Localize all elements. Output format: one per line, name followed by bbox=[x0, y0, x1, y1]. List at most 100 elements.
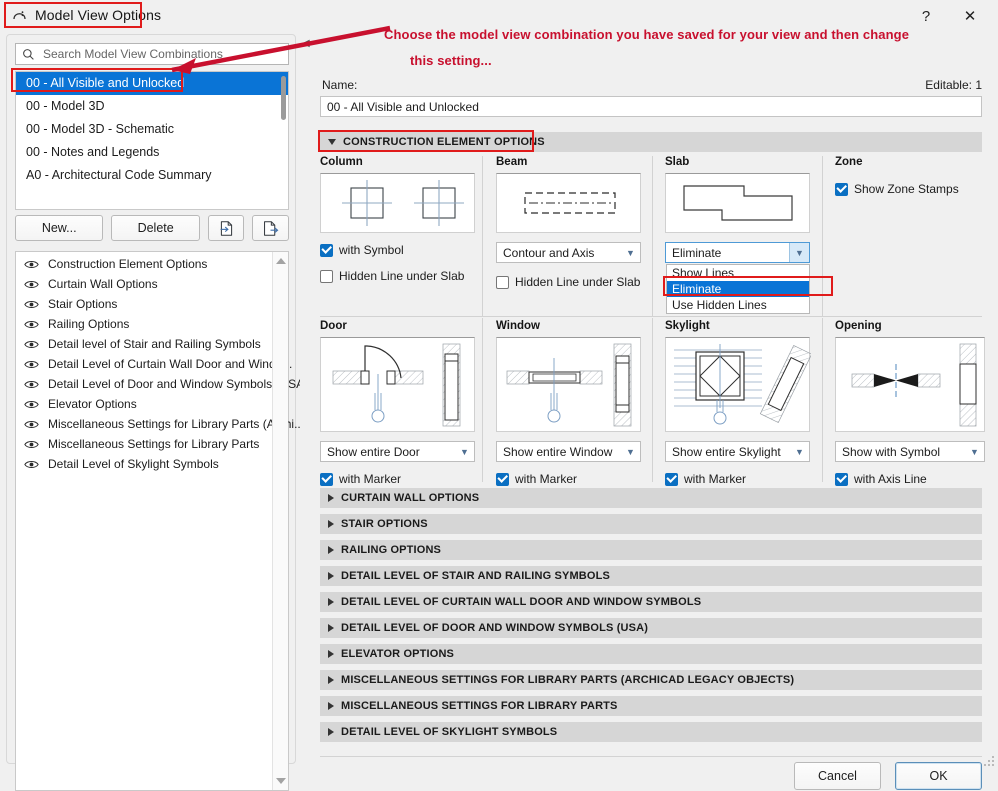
checkbox-label: Hidden Line under Slab bbox=[339, 269, 465, 283]
feature-list-scrollbar[interactable] bbox=[272, 252, 288, 790]
resize-grip-icon[interactable] bbox=[983, 755, 995, 767]
slab-display-dropdown[interactable]: Show Lines Eliminate Use Hidden Lines bbox=[666, 264, 810, 314]
skylight-with-marker-checkbox[interactable]: with Marker bbox=[665, 472, 810, 486]
eye-icon[interactable] bbox=[24, 339, 39, 350]
feature-list-item[interactable]: Miscellaneous Settings for Library Parts… bbox=[16, 414, 304, 434]
eye-icon[interactable] bbox=[24, 379, 39, 390]
beam-display-select[interactable]: Contour and Axis ▼ bbox=[496, 242, 641, 263]
window-display-value: Show entire Window bbox=[503, 444, 613, 459]
combination-list-scrollbar[interactable] bbox=[281, 76, 286, 120]
chevron-down-icon bbox=[328, 139, 336, 145]
feature-list-item[interactable]: Detail level of Stair and Railing Symbol… bbox=[16, 334, 288, 354]
column-hidden-line-checkbox[interactable]: Hidden Line under Slab bbox=[320, 269, 475, 283]
collapsed-section-header[interactable]: DETAIL LEVEL OF CURTAIN WALL DOOR AND WI… bbox=[320, 592, 982, 612]
combination-item[interactable]: A0 - Architectural Code Summary bbox=[16, 164, 288, 187]
checkbox-box bbox=[320, 243, 333, 257]
dropdown-option[interactable]: Use Hidden Lines bbox=[667, 297, 809, 313]
eye-icon[interactable] bbox=[24, 439, 39, 450]
eye-icon[interactable] bbox=[24, 319, 39, 330]
eye-icon[interactable] bbox=[24, 419, 39, 430]
eye-icon[interactable] bbox=[24, 359, 39, 370]
cell-title-slab: Slab bbox=[665, 156, 690, 168]
dropdown-option[interactable]: Show Lines bbox=[667, 265, 809, 281]
combination-item[interactable]: 00 - Notes and Legends bbox=[16, 141, 288, 164]
delete-button[interactable]: Delete bbox=[111, 215, 200, 241]
door-display-select[interactable]: Show entire Door ▼ bbox=[320, 441, 475, 462]
feature-list-item[interactable]: Detail Level of Curtain Wall Door and Wi… bbox=[16, 354, 292, 374]
cancel-button[interactable]: Cancel bbox=[794, 762, 881, 790]
window-with-marker-checkbox[interactable]: with Marker bbox=[496, 472, 641, 486]
import-button[interactable] bbox=[207, 215, 245, 241]
collapse-left-panel-icon[interactable]: ◀ bbox=[302, 37, 312, 51]
collapsed-section-header[interactable]: DETAIL LEVEL OF DOOR AND WINDOW SYMBOLS … bbox=[320, 618, 982, 638]
collapsed-section-label: RAILING OPTIONS bbox=[341, 544, 442, 556]
combination-list[interactable]: 00 - All Visible and Unlocked 00 - Model… bbox=[15, 71, 289, 210]
feature-list-item[interactable]: Railing Options bbox=[16, 314, 288, 334]
eye-icon[interactable] bbox=[24, 299, 39, 310]
cell-title-skylight: Skylight bbox=[665, 320, 710, 332]
eye-icon[interactable] bbox=[24, 279, 39, 290]
feature-list[interactable]: Construction Element Options Curtain Wall… bbox=[15, 251, 308, 791]
collapsed-section-header[interactable]: ELEVATOR OPTIONS bbox=[320, 644, 982, 664]
collapsed-section-label: DETAIL LEVEL OF DOOR AND WINDOW SYMBOLS … bbox=[341, 622, 649, 634]
scroll-down-icon[interactable] bbox=[276, 778, 286, 784]
export-button[interactable] bbox=[252, 215, 289, 241]
collapsed-section-header[interactable]: STAIR OPTIONS bbox=[320, 514, 982, 534]
beam-hidden-line-checkbox[interactable]: Hidden Line under Slab bbox=[496, 275, 641, 289]
name-field[interactable]: 00 - All Visible and Unlocked bbox=[320, 96, 982, 117]
slab-display-select[interactable]: Eliminate ▼ Show Lines Eliminate Use Hid… bbox=[663, 242, 833, 314]
search-input[interactable] bbox=[41, 46, 275, 62]
combination-item[interactable]: 00 - Model 3D - Schematic bbox=[16, 118, 288, 141]
combinations-panel: 00 - All Visible and Unlocked 00 - Model… bbox=[6, 34, 308, 791]
collapsed-section-header[interactable]: DETAIL LEVEL OF STAIR AND RAILING SYMBOL… bbox=[320, 566, 982, 586]
door-preview bbox=[320, 337, 475, 432]
section-header-construction-element-options[interactable]: CONSTRUCTION ELEMENT OPTIONS bbox=[320, 132, 982, 152]
scroll-up-icon[interactable] bbox=[276, 258, 286, 264]
eye-icon[interactable] bbox=[24, 399, 39, 410]
feature-list-item[interactable]: Construction Element Options bbox=[16, 254, 288, 274]
collapsed-section-header[interactable]: CURTAIN WALL OPTIONS bbox=[320, 488, 982, 508]
column-with-symbol-checkbox[interactable]: with Symbol bbox=[320, 243, 475, 257]
new-button[interactable]: New... bbox=[15, 215, 104, 241]
checkbox-label: Hidden Line under Slab bbox=[515, 275, 641, 289]
column-preview bbox=[320, 173, 475, 233]
skylight-display-select[interactable]: Show entire Skylight ▼ bbox=[665, 441, 810, 462]
combination-item[interactable]: 00 - All Visible and Unlocked bbox=[16, 72, 288, 95]
eye-icon[interactable] bbox=[24, 259, 39, 270]
collapsed-section-header[interactable]: MISCELLANEOUS SETTINGS FOR LIBRARY PARTS bbox=[320, 696, 982, 716]
close-button[interactable]: ✕ bbox=[948, 2, 992, 30]
zone-show-stamps-checkbox[interactable]: Show Zone Stamps bbox=[835, 182, 985, 196]
opening-display-select[interactable]: Show with Symbol ▼ bbox=[835, 441, 985, 462]
opening-with-axis-checkbox[interactable]: with Axis Line bbox=[835, 472, 985, 486]
cell-title-zone: Zone bbox=[835, 156, 863, 168]
dropdown-option[interactable]: Eliminate bbox=[667, 281, 809, 297]
beam-symbol-graphic bbox=[524, 192, 616, 214]
door-with-marker-checkbox[interactable]: with Marker bbox=[320, 472, 475, 486]
search-box[interactable] bbox=[15, 43, 289, 65]
model-view-options-dialog: Model View Options ? ✕ 00 - All Visible … bbox=[0, 0, 998, 791]
collapsed-section-header[interactable]: RAILING OPTIONS bbox=[320, 540, 982, 560]
chevron-down-icon: ▼ bbox=[626, 247, 635, 258]
annotation-line-2: this setting... bbox=[410, 53, 492, 68]
collapsed-section-header[interactable]: MISCELLANEOUS SETTINGS FOR LIBRARY PARTS… bbox=[320, 670, 982, 690]
collapsed-section-header[interactable]: DETAIL LEVEL OF SKYLIGHT SYMBOLS bbox=[320, 722, 982, 742]
construction-element-grid: Column with Symbol Hidden Line under Sla… bbox=[320, 156, 985, 486]
help-button[interactable]: ? bbox=[904, 2, 948, 30]
feature-list-item[interactable]: Miscellaneous Settings for Library Parts bbox=[16, 434, 288, 454]
feature-list-item[interactable]: Curtain Wall Options bbox=[16, 274, 288, 294]
skylight-preview bbox=[665, 337, 813, 432]
column-symbol-graphic bbox=[342, 180, 464, 226]
import-file-icon bbox=[220, 220, 232, 236]
combination-item[interactable]: 00 - Model 3D bbox=[16, 95, 288, 118]
feature-list-item-label: Miscellaneous Settings for Library Parts bbox=[48, 437, 260, 451]
eye-icon[interactable] bbox=[24, 459, 39, 470]
ok-button[interactable]: OK bbox=[895, 762, 982, 790]
window-display-select[interactable]: Show entire Window ▼ bbox=[496, 441, 641, 462]
checkbox-label: with Symbol bbox=[339, 243, 404, 257]
feature-list-item[interactable]: Detail Level of Door and Window Symbols … bbox=[16, 374, 308, 394]
feature-list-item[interactable]: Stair Options bbox=[16, 294, 288, 314]
feature-list-item[interactable]: Elevator Options bbox=[16, 394, 288, 414]
feature-list-item[interactable]: Detail Level of Skylight Symbols bbox=[16, 454, 288, 474]
feature-list-item-label: Stair Options bbox=[48, 297, 118, 311]
chevron-right-icon bbox=[328, 650, 334, 658]
